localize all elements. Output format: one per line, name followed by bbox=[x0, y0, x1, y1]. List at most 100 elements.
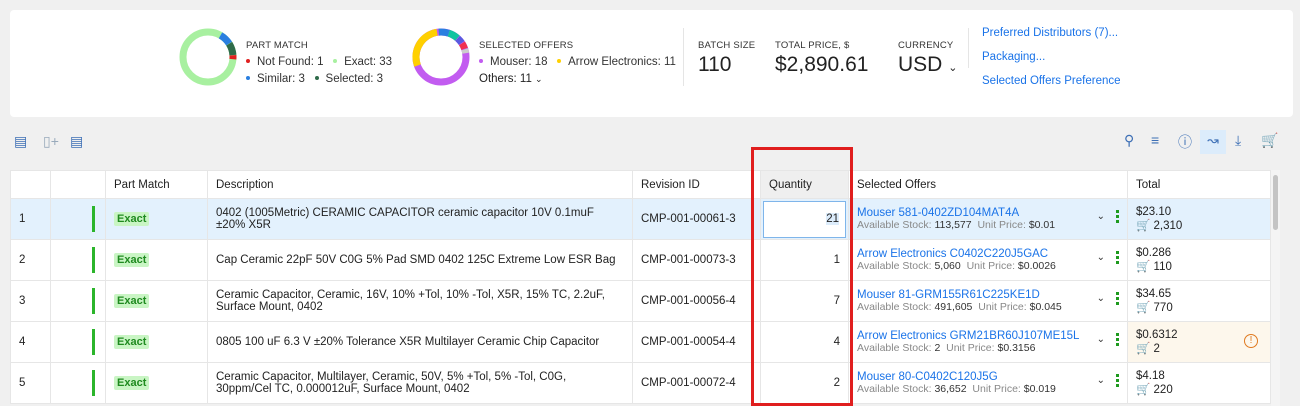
bom-table: Part Match Description Revision ID Quant… bbox=[10, 170, 1271, 404]
warning-icon[interactable]: ! bbox=[1244, 334, 1258, 348]
part-match-badge: Exact bbox=[114, 253, 150, 267]
header-revision-id[interactable]: Revision ID bbox=[632, 170, 761, 199]
description-cell[interactable]: 0402 (1005Metric) CERAMIC CAPACITOR cera… bbox=[207, 198, 633, 240]
summary-panel: PART MATCH Not Found: 1 Exact: 33 Simila… bbox=[10, 10, 1293, 117]
offer-link[interactable]: Mouser 81-GRM155R61C225KE1D bbox=[857, 289, 1119, 301]
header-part-match[interactable]: Part Match bbox=[105, 170, 208, 199]
header-status bbox=[50, 170, 106, 199]
header-index bbox=[10, 170, 51, 199]
chevron-down-icon[interactable]: ⌄ bbox=[1097, 211, 1105, 222]
cart-icon: 🛒 bbox=[1136, 220, 1151, 232]
unit-price: $0.3156 bbox=[997, 342, 1036, 354]
chart-icon[interactable]: ↝ bbox=[1200, 130, 1226, 154]
selected-offer-cell[interactable]: Mouser 80-C0402C120J5G Available Stock: 3… bbox=[848, 362, 1128, 404]
revision-id-cell[interactable]: CMP-001-00054-4 bbox=[632, 321, 761, 363]
more-options-icon[interactable] bbox=[1116, 374, 1119, 389]
header-description[interactable]: Description bbox=[207, 170, 633, 199]
selected-offers-preference-link[interactable]: Selected Offers Preference bbox=[982, 75, 1121, 87]
packaging-link[interactable]: Packaging... bbox=[982, 51, 1045, 63]
selected-offers-donut bbox=[412, 28, 470, 86]
currency-select[interactable]: USD ⌄ bbox=[898, 53, 957, 77]
legend-dot bbox=[479, 58, 483, 63]
total-price: $23.10 bbox=[1136, 206, 1172, 218]
divider bbox=[683, 28, 684, 86]
description-cell[interactable]: Cap Ceramic 22pF 50V C0G 5% Pad SMD 0402… bbox=[207, 239, 633, 281]
header-selected-offers[interactable]: Selected Offers bbox=[848, 170, 1128, 199]
chevron-down-icon[interactable]: ⌄ bbox=[1097, 334, 1105, 345]
search-icon[interactable]: ⚲ bbox=[1124, 132, 1134, 149]
legend-arrow: Arrow Electronics: 11 bbox=[568, 56, 676, 68]
highlight-box bbox=[751, 147, 853, 406]
cart-icon: 🛒 bbox=[1136, 343, 1151, 355]
row-number: 2 bbox=[10, 239, 51, 281]
selected-offers-title: SELECTED OFFERS bbox=[479, 40, 574, 51]
add-row-icon[interactable]: ▤ bbox=[14, 133, 27, 150]
selected-offer-cell[interactable]: Mouser 81-GRM155R61C225KE1D Available Sto… bbox=[848, 280, 1128, 322]
cart-quantity: 2,310 bbox=[1153, 220, 1183, 232]
download-icon[interactable]: ⤓ bbox=[1235, 132, 1241, 149]
chevron-down-icon[interactable]: ⌄ bbox=[1097, 293, 1105, 304]
offer-link[interactable]: Arrow Electronics C0402C220J5GAC bbox=[857, 248, 1119, 260]
selected-offer-cell[interactable]: Mouser 581-0402ZD104MAT4A Available Stock… bbox=[848, 198, 1128, 240]
available-stock: 491,605 bbox=[934, 301, 973, 313]
unit-price: $0.01 bbox=[1028, 219, 1056, 231]
match-status-bar bbox=[92, 370, 95, 396]
legend-similar: Similar: 3 bbox=[257, 73, 305, 85]
batch-size-value: 110 bbox=[698, 53, 732, 76]
cart-quantity: 2 bbox=[1153, 343, 1160, 355]
more-options-icon[interactable] bbox=[1116, 210, 1119, 225]
selected-offer-cell[interactable]: Arrow Electronics GRM21BR60J107ME15L Avai… bbox=[848, 321, 1128, 363]
cart-icon[interactable]: 🛒 bbox=[1261, 132, 1278, 149]
part-match-badge: Exact bbox=[114, 212, 150, 226]
revision-id-cell[interactable]: CMP-001-00056-4 bbox=[632, 280, 761, 322]
more-options-icon[interactable] bbox=[1116, 292, 1119, 307]
description-cell[interactable]: Ceramic Capacitor, Multilayer, Ceramic, … bbox=[207, 362, 633, 404]
chevron-down-icon: ⌄ bbox=[535, 74, 543, 84]
table-row[interactable]: 4 Exact 0805 100 uF 6.3 V ±20% Tolerance X… bbox=[10, 321, 1271, 363]
match-status-bar bbox=[92, 206, 95, 232]
total-price: $0.286 bbox=[1136, 247, 1172, 259]
vertical-scrollbar[interactable] bbox=[1271, 170, 1280, 406]
remove-row-icon[interactable]: ▤ bbox=[70, 133, 83, 150]
add-column-icon[interactable]: ▯+ bbox=[43, 133, 59, 150]
unit-price: $0.019 bbox=[1023, 383, 1056, 395]
revision-id-cell[interactable]: CMP-001-00072-4 bbox=[632, 362, 761, 404]
cart-icon: 🛒 bbox=[1136, 261, 1151, 273]
description-cell[interactable]: 0805 100 uF 6.3 V ±20% Tolerance X5R Mul… bbox=[207, 321, 633, 363]
batch-size-label: BATCH SIZE bbox=[698, 40, 756, 51]
revision-id-cell[interactable]: CMP-001-00061-3 bbox=[632, 198, 761, 240]
revision-id-cell[interactable]: CMP-001-00073-3 bbox=[632, 239, 761, 281]
cart-quantity: 220 bbox=[1153, 384, 1173, 396]
scrollbar-thumb[interactable] bbox=[1273, 175, 1278, 230]
part-match-badge: Exact bbox=[114, 335, 150, 349]
available-stock: 113,577 bbox=[934, 219, 972, 231]
total-price: $34.65 bbox=[1136, 288, 1172, 300]
total-cell: $23.10 🛒 2,310 bbox=[1127, 198, 1271, 240]
table-row[interactable]: 5 Exact Ceramic Capacitor, Multilayer, Cer… bbox=[10, 362, 1271, 404]
table-row[interactable]: 1 Exact 0402 (1005Metric) CERAMIC CAPACITO… bbox=[10, 198, 1271, 240]
chevron-down-icon[interactable]: ⌄ bbox=[1097, 375, 1105, 386]
filter-sliders-icon[interactable]: ≡ bbox=[1151, 132, 1159, 148]
chevron-down-icon[interactable]: ⌄ bbox=[1097, 252, 1105, 263]
offer-link[interactable]: Mouser 80-C0402C120J5G bbox=[857, 371, 1119, 383]
others-dropdown[interactable]: Others: 11 ⌄ bbox=[479, 73, 543, 85]
total-cell: $4.18 🛒 220 bbox=[1127, 362, 1271, 404]
legend-selected: Selected: 3 bbox=[325, 73, 384, 85]
selected-offer-cell[interactable]: Arrow Electronics C0402C220J5GAC Availabl… bbox=[848, 239, 1128, 281]
header-total[interactable]: Total bbox=[1127, 170, 1271, 199]
description-cell[interactable]: Ceramic Capacitor, Ceramic, 16V, 10% +To… bbox=[207, 280, 633, 322]
more-options-icon[interactable] bbox=[1116, 333, 1119, 348]
legend-dot bbox=[314, 75, 319, 80]
cart-quantity: 770 bbox=[1153, 302, 1173, 314]
total-cell: $0.6312 🛒 2! bbox=[1127, 321, 1271, 363]
offer-link[interactable]: Mouser 581-0402ZD104MAT4A bbox=[857, 207, 1119, 219]
more-options-icon[interactable] bbox=[1116, 251, 1119, 266]
preferred-distributors-link[interactable]: Preferred Distributors (7)... bbox=[982, 27, 1118, 39]
info-icon[interactable]: ⓘ bbox=[1178, 132, 1192, 152]
offer-link[interactable]: Arrow Electronics GRM21BR60J107ME15L bbox=[857, 330, 1119, 342]
total-price-value: $2,890.61 bbox=[775, 53, 869, 76]
total-cell: $0.286 🛒 110 bbox=[1127, 239, 1271, 281]
table-row[interactable]: 2 Exact Cap Ceramic 22pF 50V C0G 5% Pad SM… bbox=[10, 239, 1271, 281]
currency-label: CURRENCY bbox=[898, 40, 954, 51]
table-row[interactable]: 3 Exact Ceramic Capacitor, Ceramic, 16V, 1… bbox=[10, 280, 1271, 322]
